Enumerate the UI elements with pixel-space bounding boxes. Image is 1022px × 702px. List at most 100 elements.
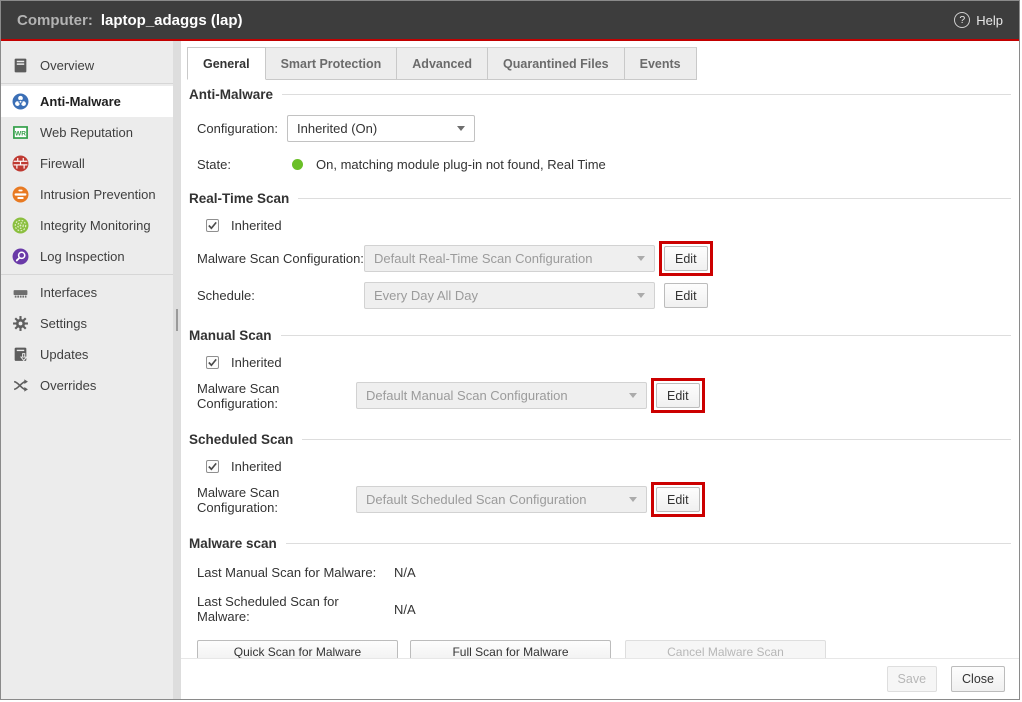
computer-label: Computer: [17,12,93,29]
state-row: State: On, matching module plug-in not f… [189,157,1011,172]
tab-advanced[interactable]: Advanced [397,47,488,80]
sidebar-item-web-reputation[interactable]: WR Web Reputation [1,117,173,148]
sidebar-item-integrity-monitoring[interactable]: Integrity Monitoring [1,210,173,241]
sidebar-item-label: Overview [40,58,94,73]
sidebar-item-interfaces[interactable]: Interfaces [1,277,173,308]
section-anti-malware-title: Anti-Malware [189,87,1011,102]
malware-scan-config-label: Malware Scan Configuration: [197,381,356,411]
sidebar-splitter[interactable] [173,41,181,699]
state-text: On, matching module plug-in not found, R… [316,157,606,172]
scan-buttons-row: Quick Scan for Malware Full Scan for Mal… [189,640,1011,658]
sidebar-item-label: Intrusion Prevention [40,187,156,202]
help-link[interactable]: ? Help [954,12,1003,28]
real-time-malware-scan-config-select: Default Real-Time Scan Configuration [364,245,655,272]
sidebar-item-label: Web Reputation [40,125,133,140]
last-manual-scan-row: Last Manual Scan for Malware: N/A [189,565,1011,580]
title-bar: Computer: laptop_adaggs (lap) ? Help [1,1,1019,41]
sidebar-item-label: Integrity Monitoring [40,218,151,233]
schedule-label: Schedule: [197,288,364,303]
sidebar-divider [1,274,173,275]
chevron-down-icon [457,126,465,131]
tab-events[interactable]: Events [625,47,697,80]
section-rule [298,198,1011,199]
sidebar-item-label: Overrides [40,378,96,393]
sidebar-divider [1,83,173,84]
general-tab-panel: Anti-Malware Configuration: Inherited (O… [181,80,1019,658]
help-label: Help [976,13,1003,28]
section-scheduled-scan-title: Scheduled Scan [189,432,1011,447]
tab-quarantined-files[interactable]: Quarantined Files [488,47,625,80]
updates-icon [12,346,29,363]
overrides-shuffle-icon [12,377,29,394]
sidebar-item-settings[interactable]: Settings [1,308,173,339]
tab-bar: General Smart Protection Advanced Quaran… [181,47,1019,80]
chevron-down-icon [629,497,637,502]
scheduled-inherited-row: Inherited [189,459,1011,474]
malware-scan-config-label: Malware Scan Configuration: [197,485,356,515]
last-manual-scan-value: N/A [394,565,416,580]
close-button[interactable]: Close [951,666,1005,692]
scheduled-inherited-checkbox[interactable] [206,460,219,473]
section-rule [282,94,1011,95]
interfaces-icon [12,284,29,301]
sidebar-item-overview[interactable]: Overview [1,50,173,81]
svg-text:WR: WR [15,130,26,137]
sidebar-item-intrusion-prevention[interactable]: Intrusion Prevention [1,179,173,210]
real-time-malware-scan-config-row: Malware Scan Configuration: Default Real… [189,241,1011,276]
manual-inherited-row: Inherited [189,355,1011,370]
computer-details-window: Computer: laptop_adaggs (lap) ? Help Ove… [0,0,1020,700]
sidebar-item-label: Anti-Malware [40,94,121,109]
tab-smart-protection[interactable]: Smart Protection [266,47,398,80]
sidebar-item-label: Firewall [40,156,85,171]
footer-bar: Save Close [181,658,1019,699]
firewall-icon [12,155,29,172]
overview-icon [12,57,29,74]
sidebar-item-anti-malware[interactable]: Anti-Malware [1,86,173,117]
configuration-label: Configuration: [197,121,287,136]
real-time-inherited-row: Inherited [189,218,1011,233]
configuration-select-value: Inherited (On) [297,121,377,136]
quick-scan-button[interactable]: Quick Scan for Malware [197,640,398,658]
last-scheduled-scan-row: Last Scheduled Scan for Malware: N/A [189,594,1011,624]
section-rule [302,439,1011,440]
save-button: Save [887,666,938,692]
sidebar-item-label: Settings [40,316,87,331]
red-highlight-annotation: Edit [651,378,705,413]
manual-malware-scan-config-select: Default Manual Scan Configuration [356,382,647,409]
sidebar-item-overrides[interactable]: Overrides [1,370,173,401]
computer-name: laptop_adaggs (lap) [101,12,243,29]
sidebar-item-firewall[interactable]: Firewall [1,148,173,179]
full-scan-button[interactable]: Full Scan for Malware [410,640,611,658]
red-highlight-annotation: Edit [651,482,705,517]
help-icon: ? [954,12,970,28]
schedule-edit-button[interactable]: Edit [664,283,708,308]
anti-malware-icon [12,93,29,110]
real-time-edit-button[interactable]: Edit [664,246,708,271]
sidebar: Overview Anti-Malware WR Web Reputation … [1,41,173,699]
scheduled-edit-button[interactable]: Edit [656,487,700,512]
section-real-time-scan-title: Real-Time Scan [189,191,1011,206]
integrity-monitoring-icon [12,217,29,234]
inherited-label: Inherited [231,459,282,474]
splitter-grip-icon [176,309,178,331]
sidebar-item-updates[interactable]: Updates [1,339,173,370]
section-rule [286,543,1011,544]
tab-general[interactable]: General [187,47,266,80]
manual-edit-button[interactable]: Edit [656,383,700,408]
state-label: State: [197,157,287,172]
manual-malware-scan-config-row: Malware Scan Configuration: Default Manu… [189,378,1011,413]
content-pane: General Smart Protection Advanced Quaran… [181,41,1019,699]
schedule-select: Every Day All Day [364,282,655,309]
configuration-select[interactable]: Inherited (On) [287,115,475,142]
real-time-inherited-checkbox[interactable] [206,219,219,232]
schedule-row: Schedule: Every Day All Day Edit [189,282,1011,309]
scheduled-malware-scan-config-row: Malware Scan Configuration: Default Sche… [189,482,1011,517]
cancel-malware-scan-button: Cancel Malware Scan [625,640,826,658]
section-rule [281,335,1011,336]
sidebar-item-log-inspection[interactable]: Log Inspection [1,241,173,272]
settings-gear-icon [12,315,29,332]
state-on-indicator-icon [292,159,303,170]
section-malware-scan-title: Malware scan [189,536,1011,551]
manual-inherited-checkbox[interactable] [206,356,219,369]
log-inspection-icon [12,248,29,265]
